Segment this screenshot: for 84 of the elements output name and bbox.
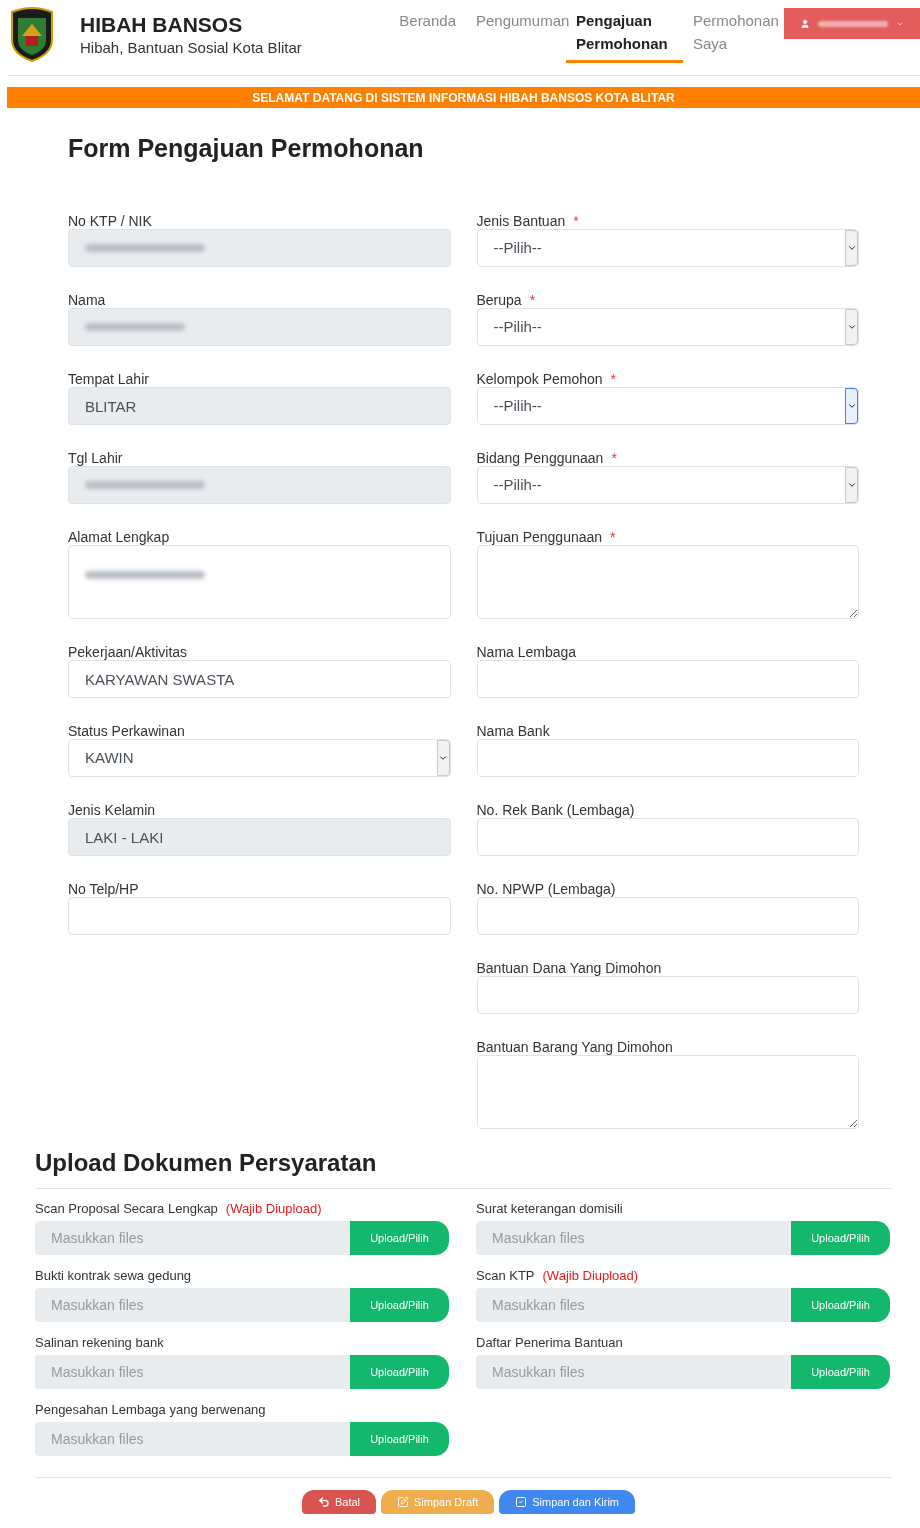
check-square-icon [515, 1496, 528, 1508]
text-field[interactable] [68, 897, 451, 935]
user-menu-button[interactable] [784, 8, 920, 39]
action-button[interactable]: Simpan Draft [381, 1490, 495, 1514]
field-label: Jenis Kelamin [68, 802, 156, 818]
select-field[interactable]: --Pilih-- [476, 387, 859, 425]
field-label: Jenis Bantuan [476, 213, 566, 229]
field-label: Status Perkawinan [68, 723, 185, 739]
upload-button[interactable]: Upload/Pilih [350, 1221, 449, 1255]
select-field[interactable]: KAWIN [68, 739, 451, 777]
select-field[interactable]: --Pilih-- [476, 308, 859, 346]
field-label: Tgl Lahir [68, 450, 123, 466]
file-field[interactable]: Masukkan files [476, 1288, 791, 1322]
field-label: Alamat Lengkap [68, 529, 170, 545]
chevron-down-icon [436, 740, 450, 776]
text-area[interactable] [68, 545, 451, 619]
upload-label: Surat keterangan domisili [476, 1201, 623, 1217]
upload-label: Pengesahan Lembaga yang berwenang [35, 1402, 266, 1418]
select-field[interactable]: --Pilih-- [476, 229, 859, 267]
required-mark: * [610, 529, 616, 545]
upload-label: Salinan rekening bank [35, 1335, 164, 1351]
upload-button[interactable]: Upload/Pilih [350, 1288, 449, 1322]
chevron-down-icon [845, 309, 858, 345]
site-title: HIBAH BANSOS [80, 13, 244, 37]
file-field[interactable]: Masukkan files [35, 1355, 350, 1389]
upload-label: Scan KTP [476, 1268, 535, 1284]
text-area[interactable] [476, 1055, 859, 1129]
required-mark: * [610, 371, 617, 387]
file-field[interactable]: Masukkan files [35, 1422, 350, 1456]
field-label: Kelompok Pemohon [476, 371, 603, 387]
nav-link[interactable]: Permohonan Saya [683, 0, 783, 63]
required-mark: * [573, 213, 579, 229]
field-label: Bantuan Dana Yang Dimohon [476, 960, 662, 976]
nav-link[interactable]: Beranda [389, 0, 466, 63]
field-label: Berupa [476, 292, 522, 308]
field-label: No KTP / NIK [68, 213, 152, 229]
section-title: Upload Dokumen Persyaratan [35, 1148, 892, 1189]
welcome-banner: SELAMAT DATANG DI SISTEM INFORMASI HIBAH BANSOS KOTA BLITAR [7, 87, 920, 108]
field-label: Tujuan Penggunaan [476, 529, 603, 545]
field-label: No. NPWP (Lembaga) [476, 881, 616, 897]
upload-label: Daftar Penerima Bantuan [476, 1335, 623, 1351]
chevron-down-icon [845, 388, 858, 424]
field-label: Nama [68, 292, 106, 308]
field-label: Tempat Lahir [68, 371, 149, 387]
upload-button[interactable]: Upload/Pilih [791, 1355, 890, 1389]
text-area[interactable] [476, 545, 859, 619]
file-field[interactable]: Masukkan files [476, 1355, 791, 1389]
field-label: Nama Lembaga [476, 644, 577, 660]
logo-icon [8, 6, 56, 62]
chevron-down-icon [845, 230, 858, 266]
upload-button[interactable]: Upload/Pilih [350, 1355, 449, 1389]
action-button[interactable]: Batal [301, 1490, 376, 1514]
upload-button[interactable]: Upload/Pilih [350, 1422, 449, 1456]
user-icon [800, 18, 810, 29]
action-button[interactable]: Simpan dan Kirim [499, 1490, 636, 1514]
upload-button[interactable]: Upload/Pilih [791, 1221, 890, 1255]
reply-icon [317, 1496, 330, 1508]
field-label: Nama Bank [476, 723, 550, 739]
file-field[interactable]: Masukkan files [35, 1221, 350, 1255]
upload-label: Scan Proposal Secara Lengkap [35, 1201, 218, 1217]
field-label: Pekerjaan/Aktivitas [68, 644, 188, 660]
file-field[interactable]: Masukkan files [35, 1288, 350, 1322]
upload-button[interactable]: Upload/Pilih [791, 1288, 890, 1322]
required-note: (Wajib Diupload) [542, 1268, 639, 1284]
text-field[interactable] [476, 818, 859, 856]
required-mark: * [611, 450, 617, 466]
text-field[interactable] [476, 976, 859, 1014]
text-field[interactable] [476, 897, 859, 935]
file-field[interactable]: Masukkan files [476, 1221, 791, 1255]
upload-label: Bukti kontrak sewa gedung [35, 1268, 192, 1284]
form-title: Form Pengajuan Permohonan [68, 133, 425, 164]
field-label: Bidang Penggunaan [476, 450, 604, 466]
field-label: No. Rek Bank (Lembaga) [476, 802, 635, 818]
field-label: Bantuan Barang Yang Dimohon [476, 1039, 673, 1055]
chevron-down-icon [845, 467, 858, 503]
field-label: No Telp/HP [68, 881, 139, 897]
text-field[interactable] [476, 739, 859, 777]
required-mark: * [529, 292, 536, 308]
edit-icon [397, 1496, 409, 1508]
site-subtitle: Hibah, Bantuan Sosial Kota Blitar [80, 38, 302, 58]
select-field[interactable]: --Pilih-- [476, 466, 859, 504]
text-field[interactable]: KARYAWAN SWASTA [68, 660, 451, 698]
text-field[interactable] [476, 660, 859, 698]
required-note: (Wajib Diupload) [225, 1201, 322, 1217]
